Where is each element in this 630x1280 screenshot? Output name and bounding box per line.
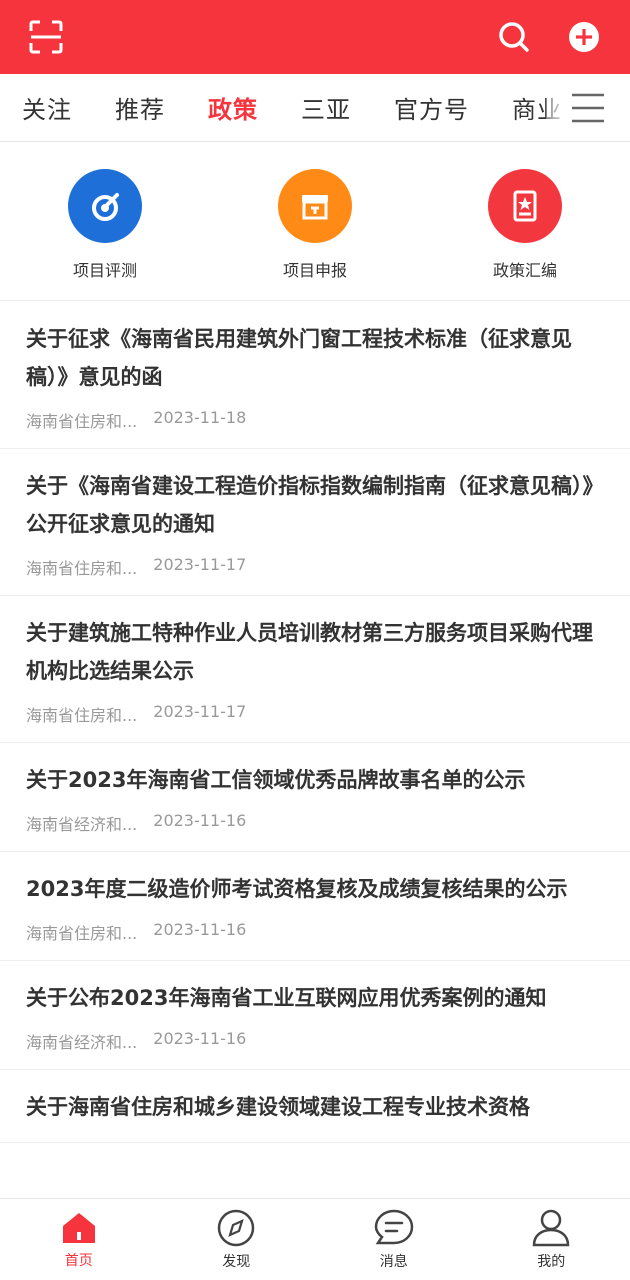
scan-icon[interactable] <box>26 17 66 57</box>
news-title: 2023年度二级造价师考试资格复核及成绩复核结果的公示 <box>26 877 568 901</box>
category-tabs: 关注 推荐 政策 三亚 官方号 商业 <box>0 74 630 142</box>
list-item[interactable]: 关于2023年海南省工信领域优秀品牌故事名单的公示 海南省经济和... 2023… <box>0 743 630 852</box>
nav-label: 首页 <box>64 1252 93 1269</box>
news-source: 海南省经济和... <box>26 1033 138 1052</box>
news-source: 海南省住房和... <box>26 706 138 725</box>
message-icon <box>374 1209 414 1244</box>
list-item[interactable]: 2023年度二级造价师考试资格复核及成绩复核结果的公示 海南省住房和... 20… <box>0 852 630 961</box>
news-date: 2023-11-16 <box>153 1029 247 1048</box>
list-item[interactable]: 关于征求《海南省民用建筑外门窗工程技术标准（征求意见稿）》意见的函 海南省住房和… <box>0 302 630 449</box>
news-meta: 海南省住房和... 2023-11-16 <box>26 920 604 944</box>
news-meta: 海南省经济和... 2023-11-16 <box>26 811 604 835</box>
tab-tuijian[interactable]: 推荐 <box>115 90 165 125</box>
quick-policy-compilation[interactable]: 政策汇编 <box>445 169 605 281</box>
news-title: 关于征求《海南省民用建筑外门窗工程技术标准（征求意见稿）》意见的函 <box>26 327 572 389</box>
bottom-nav: 首页 发现 消息 我的 <box>0 1198 630 1280</box>
nav-label: 消息 <box>379 1253 408 1270</box>
home-icon <box>62 1212 95 1243</box>
news-meta: 海南省经济和... 2023-11-16 <box>26 1029 604 1053</box>
tab-guanzhu[interactable]: 关注 <box>22 90 72 125</box>
menu-icon <box>572 93 604 122</box>
tabs-menu-button[interactable] <box>546 74 630 141</box>
search-icon[interactable] <box>494 17 534 57</box>
news-meta: 海南省住房和... 2023-11-18 <box>26 408 604 432</box>
tab-zhengce[interactable]: 政策 <box>208 90 258 125</box>
list-item[interactable]: 关于海南省住房和城乡建设领域建设工程专业技术资格 <box>0 1070 630 1143</box>
quick-project-application[interactable]: 项目申报 <box>235 169 395 281</box>
tab-guanfanghao[interactable]: 官方号 <box>394 90 469 125</box>
nav-label: 发现 <box>222 1253 251 1270</box>
list-item[interactable]: 关于建筑施工特种作业人员培训教材第三方服务项目采购代理机构比选结果公示 海南省住… <box>0 596 630 743</box>
news-date: 2023-11-16 <box>153 811 247 830</box>
nav-home[interactable]: 首页 <box>0 1210 157 1270</box>
news-source: 海南省经济和... <box>26 815 138 834</box>
plus-circle-icon[interactable] <box>564 17 604 57</box>
news-source: 海南省住房和... <box>26 924 138 943</box>
tab-sanya[interactable]: 三亚 <box>301 90 351 125</box>
top-header <box>0 0 630 74</box>
news-meta: 海南省住房和... 2023-11-17 <box>26 702 604 726</box>
news-title: 关于《海南省建设工程造价指标指数编制指南（征求意见稿）》公开征求意见的通知 <box>26 474 604 536</box>
news-title: 关于建筑施工特种作业人员培训教材第三方服务项目采购代理机构比选结果公示 <box>26 621 593 683</box>
list-item[interactable]: 关于《海南省建设工程造价指标指数编制指南（征求意见稿）》公开征求意见的通知 海南… <box>0 449 630 596</box>
news-title: 关于2023年海南省工信领域优秀品牌故事名单的公示 <box>26 768 526 792</box>
news-title: 关于公布2023年海南省工业互联网应用优秀案例的通知 <box>26 986 547 1010</box>
list-item[interactable]: 关于公布2023年海南省工业互联网应用优秀案例的通知 海南省经济和... 202… <box>0 961 630 1070</box>
gauge-icon <box>68 169 142 243</box>
news-source: 海南省住房和... <box>26 559 138 578</box>
compass-icon <box>218 1209 255 1246</box>
news-date: 2023-11-18 <box>153 408 247 427</box>
box-icon <box>278 169 352 243</box>
nav-discover[interactable]: 发现 <box>158 1209 315 1271</box>
news-date: 2023-11-17 <box>153 555 247 574</box>
quick-label: 政策汇编 <box>492 261 557 280</box>
news-list: 关于征求《海南省民用建筑外门窗工程技术标准（征求意见稿）》意见的函 海南省住房和… <box>0 302 630 1143</box>
quick-actions: 项目评测 项目申报 政策汇编 <box>0 143 630 301</box>
document-star-icon <box>488 169 562 243</box>
nav-profile[interactable]: 我的 <box>473 1209 630 1271</box>
user-icon <box>532 1209 570 1246</box>
quick-label: 项目评测 <box>72 261 137 280</box>
quick-project-evaluation[interactable]: 项目评测 <box>25 169 185 281</box>
news-title: 关于海南省住房和城乡建设领域建设工程专业技术资格 <box>26 1095 530 1119</box>
quick-label: 项目申报 <box>282 261 347 280</box>
news-date: 2023-11-17 <box>153 702 247 721</box>
news-meta: 海南省住房和... 2023-11-17 <box>26 555 604 579</box>
nav-label: 我的 <box>537 1253 566 1270</box>
nav-messages[interactable]: 消息 <box>315 1209 472 1271</box>
news-source: 海南省住房和... <box>26 412 138 431</box>
news-date: 2023-11-16 <box>153 920 247 939</box>
